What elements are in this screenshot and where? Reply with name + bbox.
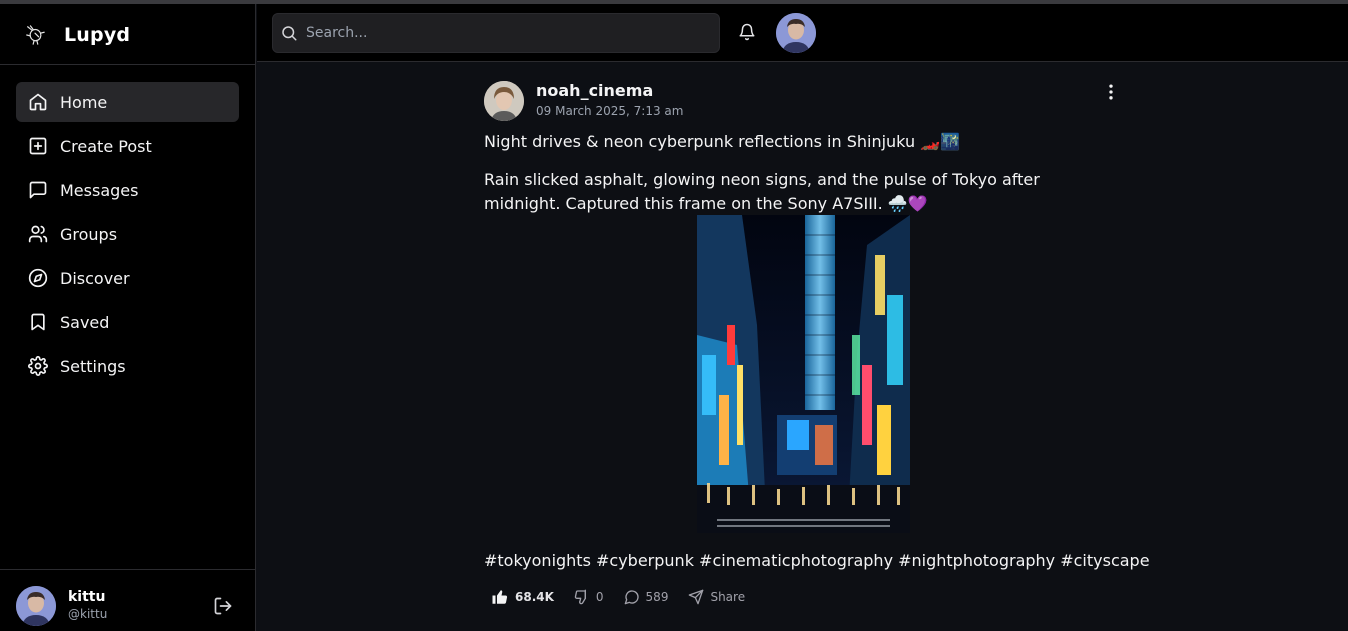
search-icon [282,26,297,41]
avatar[interactable] [16,586,56,626]
logo-icon [26,25,45,45]
post-image[interactable] [697,215,910,533]
thumbs-up-icon [492,590,508,604]
like-button[interactable]: 68.4K [491,588,554,606]
sidebar-item-saved[interactable]: Saved [16,302,239,342]
message-square-icon [28,180,48,200]
sidebar-item-label: Discover [60,268,130,288]
sidebar-item-label: Create Post [60,136,152,156]
users-icon [28,224,48,244]
sidebar-item-settings[interactable]: Settings [16,346,239,386]
search-input[interactable] [306,25,686,41]
send-icon [689,589,704,605]
gear-icon [28,356,48,376]
comment-icon [624,590,639,605]
app-name: Lupyd [64,24,131,46]
like-count: 68.4K [515,590,554,604]
thumbs-down-icon [574,589,586,605]
compass-icon [28,268,48,288]
sidebar-item-label: Home [60,92,108,112]
dislike-count: 0 [595,590,604,604]
post-actions: 68.4K 0 589 Share [491,586,765,608]
sidebar-item-groups[interactable]: Groups [16,214,239,254]
divider [0,569,255,570]
sidebar-item-create-post[interactable]: Create Post [16,126,239,166]
more-vertical-icon[interactable] [1101,82,1121,102]
brand[interactable]: Lupyd [24,21,130,49]
user-handle: @kittu [68,607,108,621]
bookmark-icon [28,312,48,332]
divider [0,64,255,65]
sidebar-item-label: Settings [60,356,126,376]
main-nav: Home Create Post Messages Groups Discove… [16,82,239,390]
user-name: kittu [68,589,106,605]
post-title: Night drives & neon cyberpunk reflection… [484,132,961,151]
sidebar-item-label: Saved [60,312,110,332]
sidebar-item-messages[interactable]: Messages [16,170,239,210]
post-author[interactable]: noah_cinema [536,81,653,100]
sidebar-item-label: Groups [60,224,118,244]
comment-count: 589 [645,590,669,604]
sidebar: Lupyd Home Create Post Messages Groups D… [0,4,256,631]
user-info: kittu @kittu [68,589,107,623]
sidebar-item-home[interactable]: Home [16,82,239,122]
bell-icon[interactable] [738,23,756,41]
dislike-button[interactable]: 0 [574,589,604,605]
share-button[interactable]: Share [688,589,745,605]
plus-square-icon [28,136,48,156]
search-bar[interactable] [272,13,720,53]
author-avatar[interactable] [484,81,524,121]
post-hashtags[interactable]: #tokyonights #cyberpunk #cinematicphotog… [484,551,1150,570]
logout-icon[interactable] [213,596,233,616]
sidebar-item-label: Messages [60,180,139,200]
sidebar-item-discover[interactable]: Discover [16,258,239,298]
share-label: Share [710,590,746,604]
comment-button[interactable]: 589 [624,589,669,605]
profile-avatar[interactable] [776,13,816,53]
home-icon [28,92,48,112]
post-card: noah_cinema 09 March 2025, 7:13 am Night… [475,72,1150,631]
current-user: kittu @kittu [16,586,239,626]
top-header [257,4,1348,62]
post-timestamp: 09 March 2025, 7:13 am [536,104,684,118]
post-body: Rain slicked asphalt, glowing neon signs… [484,170,1040,213]
